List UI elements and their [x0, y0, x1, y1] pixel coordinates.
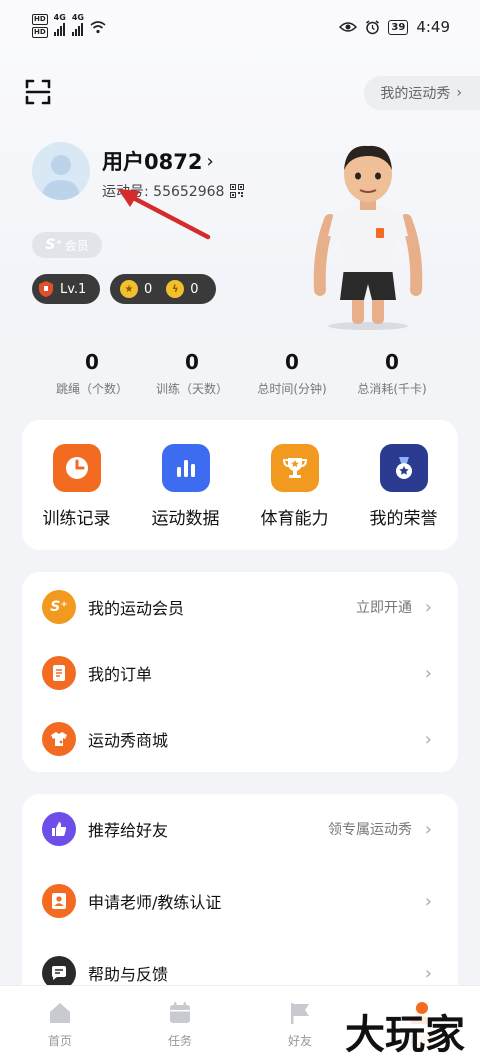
medal-icon — [379, 444, 428, 492]
menu-right-text: 立即开通 — [356, 600, 412, 616]
clock-icon — [52, 444, 101, 492]
shield-icon — [39, 281, 53, 297]
signal-icon — [71, 22, 83, 36]
menu-item-teacher-certification[interactable]: 申请老师/教练认证 › — [22, 868, 458, 934]
chevron-right-icon: › — [424, 818, 432, 840]
menu-label: 帮助与反馈 — [88, 965, 169, 984]
scan-icon[interactable] — [24, 78, 52, 106]
level-badge[interactable]: Lv.1 — [32, 274, 100, 304]
menu-card-more: 推荐给好友 领专属运动秀 › 申请老师/教练认证 › 帮助与反馈 › — [22, 794, 458, 1014]
menu-item-recommend-friends[interactable]: 推荐给好友 领专属运动秀 › — [22, 796, 458, 862]
tab-label: 任务 — [167, 1034, 192, 1048]
coin-count: 0 — [144, 281, 153, 297]
avatar-placeholder-icon — [42, 155, 80, 200]
quick-actions-card: 训练记录 运动数据 体育能力 我的荣誉 — [22, 420, 458, 550]
quick-action-my-honors[interactable]: 我的荣誉 — [349, 420, 458, 550]
tab-label: 好友 — [287, 1034, 312, 1048]
network-type: 4G — [53, 13, 66, 22]
battery-icon: 39 — [388, 19, 409, 35]
member-badge[interactable]: S⁺ 会员 — [32, 232, 102, 258]
chevron-right-icon: › — [206, 150, 214, 172]
stats-row: 0 跳绳（个数） 0 训练（天数） 0 总时间(分钟) 0 总消耗(千卡) — [0, 350, 480, 397]
quick-action-training-records[interactable]: 训练记录 — [22, 420, 131, 550]
lightning-coin-icon: ϟ — [166, 280, 185, 298]
wifi-icon — [90, 21, 106, 34]
quick-action-label: 我的荣誉 — [369, 509, 438, 529]
member-s-icon: S⁺ — [42, 590, 76, 624]
stat-value: 0 — [385, 350, 399, 374]
chevron-right-icon: › — [424, 728, 432, 750]
status-bar: HD HD 4G 4G 39 4:49 — [0, 0, 480, 50]
hd-icon: HD — [32, 27, 48, 38]
order-icon — [42, 656, 76, 690]
home-icon — [50, 1003, 70, 1023]
shirt-icon — [42, 722, 76, 756]
stat-item: 0 训练（天数） — [142, 350, 242, 397]
quick-action-label: 训练记录 — [42, 509, 111, 529]
my-show-button[interactable]: 我的运动秀 › — [364, 76, 480, 110]
user-badge-icon — [42, 884, 76, 918]
member-s-icon: S⁺ — [45, 237, 63, 253]
tab-tasks[interactable]: 任务 — [120, 986, 240, 1061]
points-count: 0 — [190, 281, 199, 297]
network-type: 4G — [71, 13, 84, 22]
hd-icon: HD — [32, 14, 48, 25]
clock-time: 4:49 — [416, 18, 450, 36]
menu-label: 申请老师/教练认证 — [88, 893, 222, 912]
quick-action-label: 运动数据 — [151, 509, 220, 529]
username[interactable]: 用户0872 › — [102, 146, 214, 176]
flag-icon — [291, 1003, 309, 1024]
member-label: 会员 — [64, 238, 89, 253]
menu-item-show-mall[interactable]: 运动秀商城 › — [22, 706, 458, 772]
tab-home[interactable]: 首页 — [0, 986, 120, 1061]
menu-item-sport-membership[interactable]: S⁺ 我的运动会员 立即开通 › — [22, 574, 458, 640]
menu-card-membership: S⁺ 我的运动会员 立即开通 › 我的订单 › 运动秀商城 › — [22, 572, 458, 772]
quick-action-sports-ability[interactable]: 体育能力 — [240, 420, 349, 550]
watermark-text: 大玩家 — [345, 1012, 465, 1058]
tab-label: 首页 — [47, 1034, 72, 1048]
star-coin-icon: ★ — [120, 280, 138, 298]
menu-label: 运动秀商城 — [88, 731, 169, 750]
menu-right-text: 领专属运动秀 — [328, 822, 412, 838]
my-show-label: 我的运动秀 — [380, 86, 451, 102]
stat-value: 0 — [185, 350, 199, 374]
stat-item: 0 总时间(分钟) — [242, 350, 342, 397]
signal-icon — [53, 22, 65, 36]
quick-action-sport-data[interactable]: 运动数据 — [131, 420, 240, 550]
network-indicators: HD HD 4G 4G — [32, 14, 106, 38]
chevron-right-icon: › — [456, 85, 462, 101]
chevron-right-icon: › — [424, 962, 432, 984]
annotation-arrow-icon — [118, 189, 211, 240]
stat-label: 总时间(分钟) — [257, 382, 327, 396]
eye-icon — [339, 22, 358, 32]
menu-item-my-orders[interactable]: 我的订单 › — [22, 640, 458, 706]
stat-label: 跳绳（个数） — [55, 382, 128, 396]
chevron-right-icon: › — [424, 662, 432, 684]
menu-label: 推荐给好友 — [88, 821, 169, 840]
username-text: 用户0872 — [102, 150, 203, 174]
avatar[interactable] — [32, 142, 90, 200]
chevron-right-icon: › — [424, 890, 432, 912]
quick-action-label: 体育能力 — [260, 509, 329, 529]
watermark-logo: 大玩家 — [345, 1000, 476, 1058]
menu-label: 我的订单 — [88, 665, 153, 684]
stat-item: 0 总消耗(千卡) — [342, 350, 442, 397]
stat-value: 0 — [85, 350, 99, 374]
stat-label: 训练（天数） — [155, 382, 228, 396]
stat-item: 0 跳绳（个数） — [42, 350, 142, 397]
trophy-icon — [270, 444, 319, 492]
alarm-icon — [366, 19, 380, 34]
chevron-right-icon: › — [424, 596, 432, 618]
calendar-icon — [170, 1002, 190, 1023]
bar-chart-icon — [161, 444, 210, 492]
stat-value: 0 — [285, 350, 299, 374]
qr-code-icon[interactable] — [230, 184, 245, 198]
stat-label: 总消耗(千卡) — [357, 382, 427, 396]
thumbs-up-icon — [42, 812, 76, 846]
level-text: Lv.1 — [60, 281, 87, 297]
avatar-3d-figure[interactable] — [300, 140, 430, 330]
coins-badge[interactable]: ★ 0 ϟ 0 — [110, 274, 216, 304]
menu-label: 我的运动会员 — [88, 599, 185, 618]
